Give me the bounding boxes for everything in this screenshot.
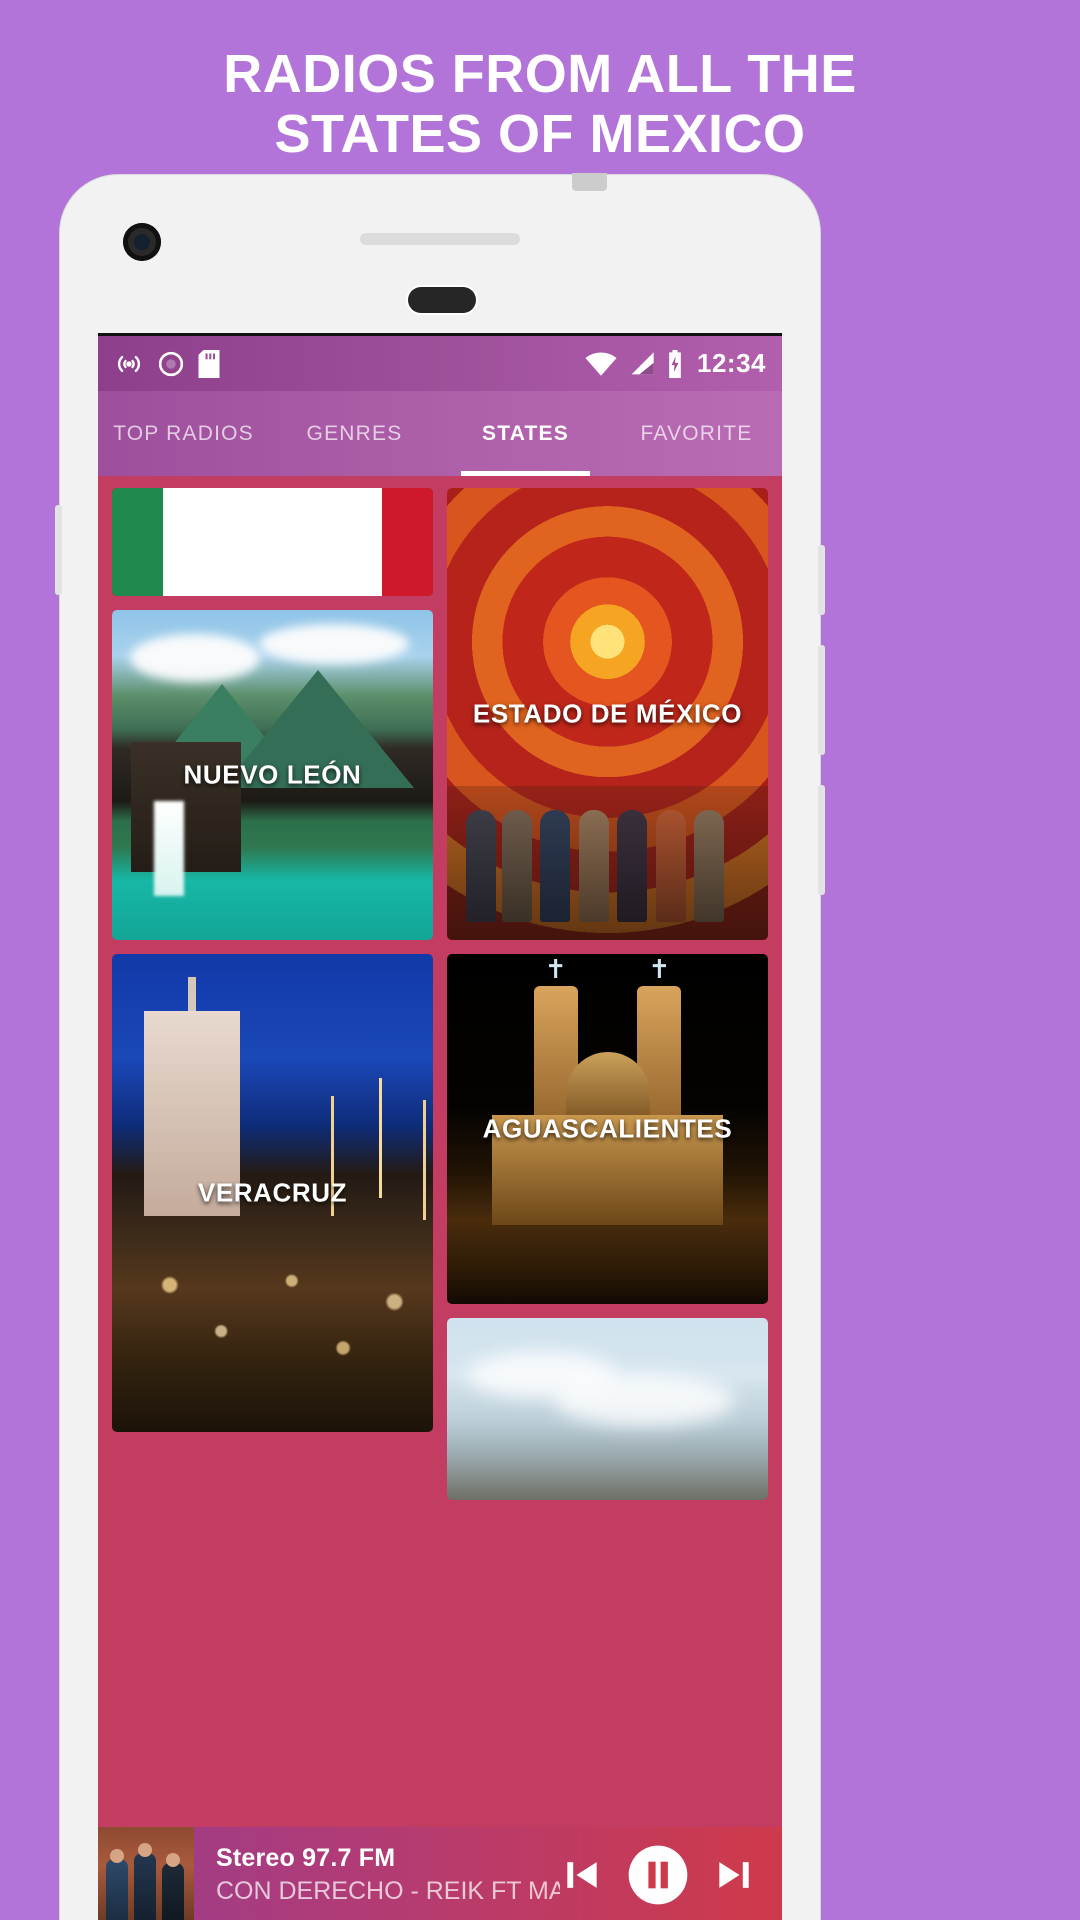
status-bar-right-icons: 12:34 [584, 348, 766, 379]
record-circle-icon [158, 351, 184, 376]
band-member [106, 1859, 128, 1920]
state-card-label: AGUASCALIENTES [482, 1113, 733, 1144]
state-card-label: NUEVO LEÓN [183, 759, 362, 790]
pause-button-icon[interactable] [626, 1843, 690, 1907]
now-playing-track: CON DERECHO - REIK FT MALUMA [216, 1877, 560, 1905]
cloud-decoration [554, 1374, 734, 1426]
front-camera-icon [123, 223, 161, 261]
state-card-mexico-flag[interactable] [112, 488, 433, 596]
promo-headline-line-1: RADIOS FROM ALL THE [223, 44, 857, 104]
phone-top-antenna [572, 173, 607, 191]
band-member [162, 1863, 184, 1920]
phone-side-button-right-2 [818, 645, 825, 755]
station-name: Stereo 97.7 FM [216, 1844, 396, 1872]
waterfall [153, 801, 184, 897]
state-card-nuevo-leon[interactable]: NUEVO LEÓN [112, 610, 433, 940]
band-member-head [110, 1849, 124, 1863]
city-lights [112, 1221, 433, 1432]
flag-stripe-white [163, 488, 382, 596]
signal-icon [631, 351, 654, 374]
state-card-sky[interactable] [447, 1318, 768, 1500]
state-card-aguascalientes[interactable]: AGUASCALIENTES [447, 954, 768, 1304]
tab-top-radios[interactable]: TOP RADIOS [98, 391, 269, 476]
status-bar-clock: 12:34 [697, 348, 766, 378]
status-bar-left-icons [114, 349, 220, 378]
now-playing-player-bar[interactable]: Stereo 97.7 FM CON DERECHO - REIK FT MAL… [98, 1827, 782, 1920]
person-silhouette [578, 809, 609, 922]
person-silhouette [694, 809, 725, 922]
tab-bar: TOP RADIOS GENRES STATES FAVORITE [98, 391, 782, 476]
flag-stripe-green [112, 488, 164, 596]
states-grid-right-column: ESTADO DE MÉXICO AGUASCALIENTES [447, 488, 768, 1500]
state-card-label: ESTADO DE MÉXICO [472, 698, 743, 729]
person-silhouette [540, 809, 571, 922]
tab-states[interactable]: STATES [440, 391, 611, 476]
hardware-home-button[interactable] [408, 287, 476, 313]
sd-card-icon [198, 349, 220, 378]
states-grid-container: NUEVO LEÓN VERACRUZ ESTADO DE MÉXICO ✝ ✝… [98, 476, 782, 1920]
states-grid-left-column: NUEVO LEÓN VERACRUZ [112, 488, 433, 1500]
person-silhouette [617, 809, 648, 922]
earpiece-speaker [360, 233, 520, 245]
wifi-icon [585, 351, 617, 376]
tab-genres[interactable]: GENRES [269, 391, 440, 476]
tab-favorite[interactable]: FAVORITE [611, 391, 782, 476]
person-silhouette [466, 809, 497, 922]
player-controls [560, 1843, 782, 1907]
next-track-icon[interactable] [712, 1853, 756, 1897]
promo-headline: RADIOS FROM ALL THE STATES OF MEXICO [0, 44, 1080, 164]
states-grid: NUEVO LEÓN VERACRUZ ESTADO DE MÉXICO ✝ ✝… [98, 476, 782, 1512]
flag-stripe-red [381, 488, 433, 596]
state-card-estado-de-mexico[interactable]: ESTADO DE MÉXICO [447, 488, 768, 940]
person-silhouette [501, 809, 532, 922]
cloud-decoration [259, 624, 409, 664]
phone-side-button-right-3 [818, 785, 825, 895]
band-member [134, 1853, 156, 1920]
state-card-label: VERACRUZ [197, 1177, 348, 1208]
phone-side-button-left [55, 505, 62, 595]
phone-side-button-right-1 [818, 545, 825, 615]
band-member-head [166, 1853, 180, 1867]
battery-charging-icon [669, 349, 681, 378]
status-bar: 12:34 [98, 336, 782, 391]
cast-icon [118, 355, 140, 372]
promo-headline-line-2: STATES OF MEXICO [274, 104, 806, 164]
state-card-veracruz[interactable]: VERACRUZ [112, 954, 433, 1432]
album-artwork [98, 1827, 194, 1920]
phone-screen: 12:34 TOP RADIOS GENRES STATES FAVORITE [98, 333, 782, 1920]
person-silhouette [655, 809, 686, 922]
phone-mockup: 12:34 TOP RADIOS GENRES STATES FAVORITE [55, 173, 825, 1920]
now-playing-metadata: Stereo 97.7 FM CON DERECHO - REIK FT MAL… [194, 1844, 560, 1906]
band-member-head [138, 1843, 152, 1857]
previous-track-icon[interactable] [560, 1853, 604, 1897]
